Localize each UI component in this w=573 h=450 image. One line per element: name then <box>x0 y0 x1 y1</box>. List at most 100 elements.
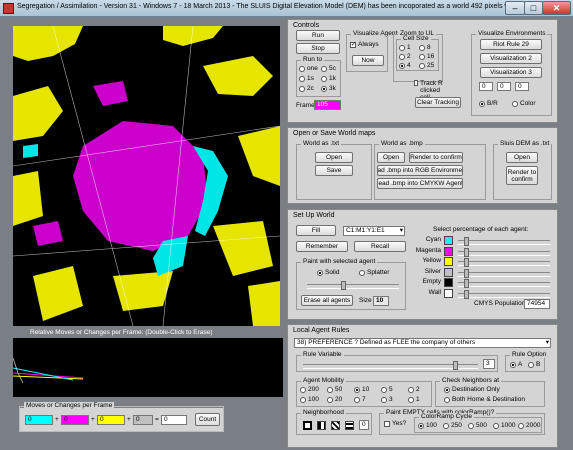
moves-cyan[interactable]: 0 <box>25 415 53 425</box>
run-to-1k[interactable]: 1k <box>321 75 336 82</box>
agent-slider-cyan[interactable] <box>458 237 550 246</box>
bmp-render-button[interactable]: Render to confirm <box>409 152 463 163</box>
riot-rule-button[interactable]: Riot Rule 29 <box>480 39 542 50</box>
run-to-3k[interactable]: 3k <box>321 85 336 92</box>
cell-size-25[interactable]: 25 <box>419 62 434 69</box>
neighborhood-pattern-2-icon[interactable] <box>317 421 326 430</box>
cell-size-1[interactable]: 1 <box>399 44 411 51</box>
erase-all-button[interactable]: Erase all agents <box>301 295 353 306</box>
bw-radio[interactable]: B/R <box>479 100 498 107</box>
splatter-radio[interactable]: Splatter <box>359 269 389 276</box>
stop-button[interactable]: Stop <box>296 43 340 54</box>
visualize-now-button[interactable]: Now <box>352 55 384 66</box>
fill-button[interactable]: Fill <box>296 225 336 236</box>
destination-only-radio[interactable]: Destination Only <box>444 386 500 393</box>
dem-render-button[interactable]: Render to confirm <box>506 166 538 185</box>
agent-label-empty: Empty <box>422 278 441 285</box>
mobility-title: Agent Mobility <box>301 377 346 384</box>
rule-option-b[interactable]: B <box>528 361 540 368</box>
bmp-open-button[interactable]: Open <box>377 152 405 163</box>
dem-open-button[interactable]: Open <box>506 152 538 163</box>
txt-open-button[interactable]: Open <box>315 152 353 163</box>
rule-select[interactable]: 38) PREFERENCE ? Defined as FLEE the com… <box>294 338 551 348</box>
env-value-3[interactable]: 0 <box>515 82 529 91</box>
neighborhood-pattern-1-icon[interactable] <box>303 421 312 430</box>
fill-select[interactable]: C1:M1:Y1:E1 ▾ <box>343 226 405 236</box>
visualization-2-button[interactable]: Visualization 2 <box>480 53 542 64</box>
count-button[interactable]: Count <box>195 413 220 426</box>
cell-size-2[interactable]: 2 <box>399 53 411 60</box>
neighborhood-pattern-3-icon[interactable] <box>331 421 340 430</box>
agent-slider-yellow[interactable] <box>458 258 550 267</box>
cell-size-16[interactable]: 16 <box>419 53 434 60</box>
paint-empty-yes-checkbox[interactable]: Yes? <box>384 420 406 427</box>
agent-slider-thumb[interactable] <box>464 237 469 246</box>
moves-graph-title: Relative Moves or Changes per Frame: (Do… <box>30 329 213 336</box>
mobility-50[interactable]: 50 <box>327 386 342 393</box>
both-home-destination-radio[interactable]: Both Home & Destination <box>444 396 525 403</box>
env-value-1[interactable]: 0 <box>479 82 493 91</box>
color-radio[interactable]: Color <box>512 100 536 107</box>
brush-slider-thumb[interactable] <box>341 281 346 290</box>
color-ramp-100[interactable]: 100 <box>418 422 437 429</box>
moves-silver[interactable]: 0 <box>133 415 153 425</box>
agent-slider-thumb[interactable] <box>464 247 469 257</box>
rule-variable-slider[interactable] <box>303 361 478 370</box>
title-bar: Segregation / Assimilation - Version 31 … <box>0 0 573 17</box>
env-value-2[interactable]: 0 <box>497 82 511 91</box>
color-ramp-1000[interactable]: 1000 <box>493 422 515 429</box>
neighborhood-value[interactable]: 0 <box>359 420 369 430</box>
run-to-5c[interactable]: 5c <box>321 65 336 72</box>
color-ramp-title: ColorRamp Cycle <box>419 413 474 420</box>
mobility-2[interactable]: 2 <box>408 386 420 393</box>
visualization-3-button[interactable]: Visualization 3 <box>480 67 542 78</box>
moves-magenta[interactable]: 0 <box>61 415 89 425</box>
minimize-button[interactable]: – <box>505 1 525 15</box>
recall-button[interactable]: Recall <box>354 241 406 252</box>
agent-slider-wall[interactable] <box>458 289 550 299</box>
run-button[interactable]: Run <box>296 30 340 41</box>
agent-slider-thumb[interactable] <box>464 258 469 267</box>
agent-slider-thumb[interactable] <box>464 289 469 299</box>
neighbors-group: Check Neighbors at Destination Only Both… <box>435 377 545 407</box>
agent-slider-thumb[interactable] <box>464 279 469 288</box>
clear-tracking-button[interactable]: Clear Tracking <box>415 97 461 108</box>
run-to-one[interactable]: one <box>299 65 318 72</box>
mobility-200[interactable]: 200 <box>300 386 319 393</box>
maximize-button[interactable]: □ <box>524 1 543 15</box>
always-checkbox[interactable]: ✓ Always <box>350 41 379 48</box>
mobility-1[interactable]: 1 <box>408 396 420 403</box>
close-button[interactable]: ✕ <box>542 1 571 15</box>
txt-save-button[interactable]: Save <box>315 165 353 176</box>
solid-radio[interactable]: Solid <box>317 269 339 276</box>
remember-button[interactable]: Remember <box>296 241 348 252</box>
mobility-3[interactable]: 3 <box>381 396 393 403</box>
mobility-10[interactable]: 10 <box>354 386 369 393</box>
brush-slider[interactable] <box>307 281 399 290</box>
read-cmyk-button[interactable]: Read .bmp into CMYKW Agents <box>377 178 463 189</box>
neighborhood-pattern-4-icon[interactable] <box>345 421 354 430</box>
mobility-7[interactable]: 7 <box>354 396 366 403</box>
mobility-20[interactable]: 20 <box>327 396 342 403</box>
world-map-view[interactable] <box>13 26 280 326</box>
mobility-100[interactable]: 100 <box>300 396 319 403</box>
size-value[interactable]: 10 <box>373 296 389 306</box>
color-ramp-2000[interactable]: 2000 <box>518 422 540 429</box>
rule-variable-value[interactable]: 3 <box>483 359 495 369</box>
rule-variable-thumb[interactable] <box>453 361 458 370</box>
run-to-2c[interactable]: 2c <box>299 85 314 92</box>
agent-slider-thumb[interactable] <box>464 268 469 278</box>
run-to-1s[interactable]: 1s <box>299 75 314 82</box>
rule-option-a[interactable]: A <box>510 361 522 368</box>
read-rgb-button[interactable]: Read .bmp into RGB Environments <box>377 165 463 176</box>
agent-slider-silver[interactable] <box>458 268 550 278</box>
agent-slider-empty[interactable] <box>458 279 550 288</box>
color-ramp-500[interactable]: 500 <box>468 422 487 429</box>
moves-graph[interactable] <box>12 338 283 397</box>
color-ramp-250[interactable]: 250 <box>443 422 462 429</box>
mobility-5[interactable]: 5 <box>381 386 393 393</box>
cell-size-8[interactable]: 8 <box>419 44 431 51</box>
cell-size-4[interactable]: 4 <box>399 62 411 69</box>
moves-yellow[interactable]: 0 <box>97 415 125 425</box>
agent-slider-magenta[interactable] <box>458 247 550 257</box>
